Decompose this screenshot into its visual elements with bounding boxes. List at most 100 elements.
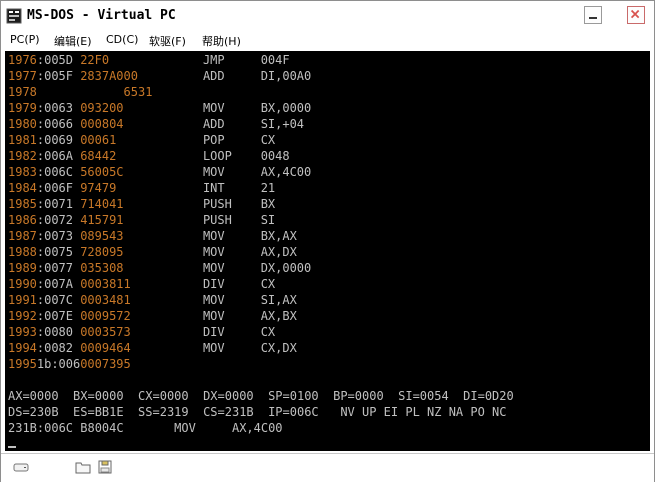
mnemonic: POP: [202, 133, 225, 147]
line-number: 1983: [8, 165, 37, 179]
operand: DX,0000: [260, 261, 312, 275]
instruction-address: :006F: [36, 181, 81, 195]
line-number: 1989: [8, 261, 37, 275]
folder-icon[interactable]: [75, 460, 91, 474]
menu-help[interactable]: 帮助(H): [202, 33, 241, 49]
dos-screen[interactable]: 1976:005D 22 F0 JMP 004F 1977:005F 2837 A000 A…: [5, 51, 650, 451]
operand: AX,DX: [260, 245, 297, 259]
floppy-icon[interactable]: [97, 460, 113, 474]
operand: SI,AX: [260, 293, 297, 307]
instruction-address: :0072: [36, 213, 81, 227]
machine-code: 56005: [80, 165, 117, 179]
line-number: 1976: [8, 53, 37, 67]
operand: CX,DX: [260, 341, 297, 355]
title-bar[interactable]: MS-DOS - Virtual PC: [1, 1, 654, 31]
operand: 21: [260, 181, 276, 195]
drive-icon[interactable]: [13, 460, 29, 474]
instruction-address: :006A: [36, 149, 81, 163]
operand: DI,00A0: [260, 69, 312, 83]
machine-code-tail: 00: [109, 101, 124, 115]
mnemonic: MOV: [202, 101, 225, 115]
mnemonic: PUSH: [202, 197, 232, 211]
line-number: 1992: [8, 309, 37, 323]
menu-pc[interactable]: PC(P): [10, 33, 40, 46]
line-number: 1986: [8, 213, 37, 227]
mnemonic: ADD: [202, 117, 225, 131]
register-line-3: 231B:006C B8004C MOV AX,4C00: [8, 421, 283, 435]
line-number: 1987: [8, 229, 37, 243]
machine-code: 68442: [80, 149, 117, 163]
ms-dos-icon: [6, 8, 22, 24]
instruction-address: :0066: [36, 117, 81, 131]
operand: SI,+04: [260, 117, 305, 131]
instruction-address: :0063: [36, 101, 81, 115]
mnemonic: ADD: [202, 69, 225, 83]
close-button[interactable]: [627, 6, 645, 24]
machine-code: 6531: [80, 85, 153, 99]
machine-code: 0007395: [80, 357, 131, 371]
line-number: 1993: [8, 325, 37, 339]
menu-floppy[interactable]: 软驱(F): [149, 33, 186, 49]
instruction-address: :005F: [36, 69, 81, 83]
instruction-address: :0077: [36, 261, 81, 275]
line-number: 1980: [8, 117, 37, 131]
operand: 004F: [260, 53, 290, 67]
mnemonic: MOV: [202, 341, 225, 355]
machine-code: 0009464: [80, 341, 131, 355]
register-line-2: DS=230B ES=BB1E SS=2319 CS=231B IP=006C …: [8, 405, 507, 419]
instruction-address: :007A: [36, 277, 81, 291]
line-number: 1978: [8, 85, 37, 99]
machine-code: 0003481: [80, 293, 131, 307]
operand: BX,0000: [260, 101, 312, 115]
virtual-pc-window: MS-DOS - Virtual PC PC(P) 编辑(E) CD(C) 软驱…: [0, 0, 655, 482]
mnemonic: MOV: [202, 229, 225, 243]
status-bar: [1, 453, 654, 482]
machine-code: 728095: [80, 245, 124, 259]
line-number: 1988: [8, 245, 37, 259]
machine-code-tail: 04: [109, 117, 124, 131]
mnemonic: MOV: [202, 309, 225, 323]
menu-cd[interactable]: CD(C): [106, 33, 138, 46]
operand: CX: [260, 277, 276, 291]
line-number: 1991: [8, 293, 37, 307]
instruction-address: :0082: [36, 341, 81, 355]
line-number: 1979: [8, 101, 37, 115]
machine-code: 0009572: [80, 309, 131, 323]
machine-code: 415791: [80, 213, 124, 227]
instruction-address: :005D: [36, 53, 81, 67]
line-number: 1990: [8, 277, 37, 291]
machine-code: 0008: [80, 117, 110, 131]
mnemonic: MOV: [202, 293, 225, 307]
instruction-address: 1b:006: [36, 357, 81, 371]
instruction-address: :0080: [36, 325, 81, 339]
mnemonic: MOV: [202, 245, 225, 259]
line-number: 1985: [8, 197, 37, 211]
menu-edit[interactable]: 编辑(E): [54, 33, 92, 49]
operand: AX,BX: [260, 309, 297, 323]
operand: AX,4C00: [260, 165, 312, 179]
mnemonic: MOV: [202, 261, 225, 275]
operand: BX,AX: [260, 229, 297, 243]
mnemonic: DIV: [202, 325, 225, 339]
line-number: 1984: [8, 181, 37, 195]
instruction-address: :0075: [36, 245, 81, 259]
line-number: 1994: [8, 341, 37, 355]
instruction-address: :006C: [36, 165, 81, 179]
text-cursor: [8, 446, 16, 448]
line-number: 1995: [8, 357, 37, 371]
mnemonic: PUSH: [202, 213, 232, 227]
instruction-address: :0073: [36, 229, 81, 243]
machine-code: 035308: [80, 261, 124, 275]
instruction-address: :007C: [36, 293, 81, 307]
machine-code: 0003811: [80, 277, 131, 291]
machine-code-tail: A000: [109, 69, 138, 83]
instruction-address: :0069: [36, 133, 81, 147]
mnemonic: JMP: [202, 53, 225, 67]
operand: CX: [260, 325, 276, 339]
machine-code: 2837: [80, 69, 110, 83]
register-line-1: AX=0000 BX=0000 CX=0000 DX=0000 SP=0100 …: [8, 389, 514, 403]
machine-code: 0932: [80, 101, 110, 115]
minimize-icon[interactable]: [584, 6, 602, 24]
line-number: 1981: [8, 133, 37, 147]
machine-code: 089543: [80, 229, 124, 243]
